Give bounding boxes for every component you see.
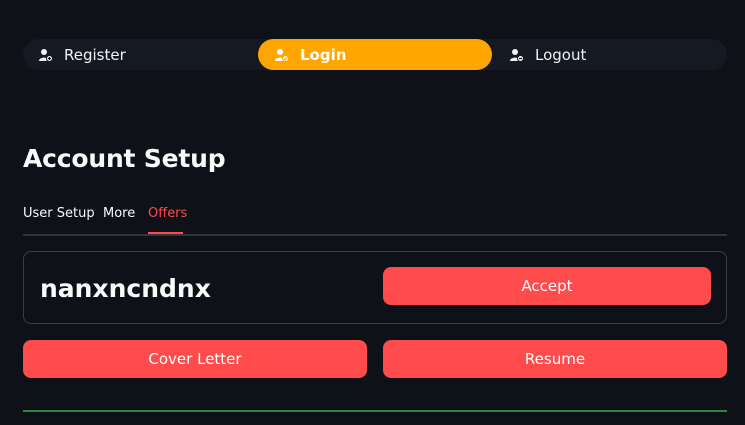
nav-logout-label: Logout	[535, 45, 587, 64]
user-remove-icon	[510, 48, 524, 62]
user-add-icon	[39, 48, 53, 62]
offer-name: nanxncndnx	[40, 274, 211, 303]
tab-bar: User Setup More Offers	[23, 200, 727, 236]
app-page: Register Login Logout Account Setup User…	[0, 0, 745, 425]
nav-register-label: Register	[64, 45, 126, 64]
page-title: Account Setup	[23, 144, 226, 173]
nav-register[interactable]: Register	[39, 39, 126, 70]
resume-button[interactable]: Resume	[383, 340, 727, 378]
tab-more[interactable]: More	[103, 206, 135, 234]
nav-logout[interactable]: Logout	[510, 39, 586, 70]
active-tab-indicator	[148, 232, 183, 234]
cover-letter-button[interactable]: Cover Letter	[23, 340, 367, 378]
accept-button[interactable]: Accept	[383, 267, 711, 305]
tab-user-setup[interactable]: User Setup	[23, 206, 95, 234]
nav-login-label: Login	[300, 45, 347, 64]
top-nav: Register Login Logout	[23, 39, 727, 70]
tab-offers[interactable]: Offers	[148, 206, 187, 234]
section-divider	[23, 410, 727, 412]
user-check-icon	[275, 48, 289, 62]
nav-login[interactable]: Login	[258, 39, 492, 70]
